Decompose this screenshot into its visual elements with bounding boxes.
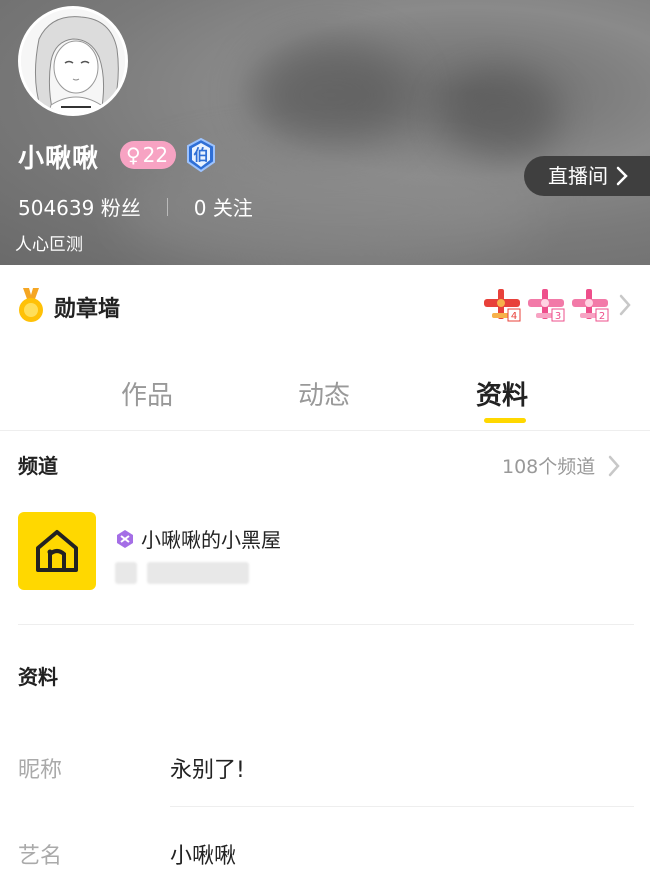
channel-thumbnail[interactable] xyxy=(18,512,96,590)
medal-badge-list: 4 3 2 xyxy=(482,287,610,323)
field-divider xyxy=(170,806,634,807)
chevron-right-icon xyxy=(609,455,620,476)
tab-profile[interactable]: 资料 xyxy=(476,375,528,412)
channel-name: 小啾啾的小黑屋 xyxy=(141,528,281,552)
blurred-text xyxy=(115,562,137,584)
field-label-stage-name: 艺名 xyxy=(18,844,63,869)
profile-tabs: 作品 动态 资料 xyxy=(0,345,650,431)
field-value-stage-name: 小啾啾 xyxy=(170,844,237,869)
avatar-illustration xyxy=(21,9,125,113)
medal-icon xyxy=(19,288,43,322)
noble-level-badge[interactable]: 伯 xyxy=(186,137,216,173)
following-stat[interactable]: 0 关注 xyxy=(194,192,253,221)
header-background-blur xyxy=(250,40,410,150)
medal-wall-row[interactable]: 勋章墙 4 3 2 xyxy=(0,265,650,345)
live-room-label: 直播间 xyxy=(548,164,608,188)
pink-plane-badge-icon: 3 xyxy=(528,289,565,322)
badge-level-text: 3 xyxy=(555,311,561,322)
chevron-right-icon xyxy=(619,294,631,316)
channel-description-blurred xyxy=(115,562,249,584)
age-text: 22 xyxy=(142,143,169,167)
female-icon: ♀ xyxy=(126,143,141,167)
username: 小啾啾 xyxy=(18,144,100,174)
follow-stats: 504639 粉丝 0 关注 xyxy=(18,192,253,221)
field-label-nickname: 昵称 xyxy=(18,758,63,783)
channel-count-label: 108个频道 xyxy=(502,456,596,478)
stats-divider xyxy=(166,197,168,216)
red-plane-badge-icon: 4 xyxy=(484,289,521,322)
followers-stat[interactable]: 504639 粉丝 xyxy=(18,192,141,221)
field-value-nickname: 永别了! xyxy=(170,758,245,783)
live-room-button[interactable]: 直播间 xyxy=(524,156,650,196)
header-background-blur xyxy=(440,70,560,160)
avatar[interactable] xyxy=(18,6,128,116)
followers-label: 粉丝 xyxy=(100,196,141,220)
channel-owner-icon xyxy=(117,529,133,548)
blurred-text xyxy=(147,562,249,584)
bio: 人心叵测 xyxy=(15,235,83,255)
channel-count-link[interactable]: 108个频道 xyxy=(502,452,621,479)
medal-wall-title: 勋章墙 xyxy=(54,297,121,322)
badge-level-text: 2 xyxy=(599,311,605,322)
pink-plane-badge-icon: 2 xyxy=(572,289,609,322)
profile-section-title: 资料 xyxy=(18,665,58,689)
tab-works[interactable]: 作品 xyxy=(121,375,173,412)
chevron-right-icon xyxy=(616,166,628,186)
home-icon xyxy=(36,530,78,572)
tab-moments[interactable]: 动态 xyxy=(298,375,350,412)
badge-level-text: 4 xyxy=(511,311,517,322)
profile-header: 小啾啾 ♀ 22 伯 504639 粉丝 0 关注 人心叵测 直播间 xyxy=(0,0,650,265)
level-badge-text: 伯 xyxy=(193,146,209,164)
channel-section-title: 频道 xyxy=(18,454,58,478)
gender-age-badge: ♀ 22 xyxy=(120,141,177,169)
section-divider xyxy=(18,624,634,625)
followers-count: 504639 xyxy=(18,196,95,220)
active-tab-indicator xyxy=(484,418,526,423)
following-label: 关注 xyxy=(212,196,253,220)
channel-item[interactable]: 小啾啾的小黑屋 xyxy=(115,524,281,553)
following-count: 0 xyxy=(193,196,207,220)
